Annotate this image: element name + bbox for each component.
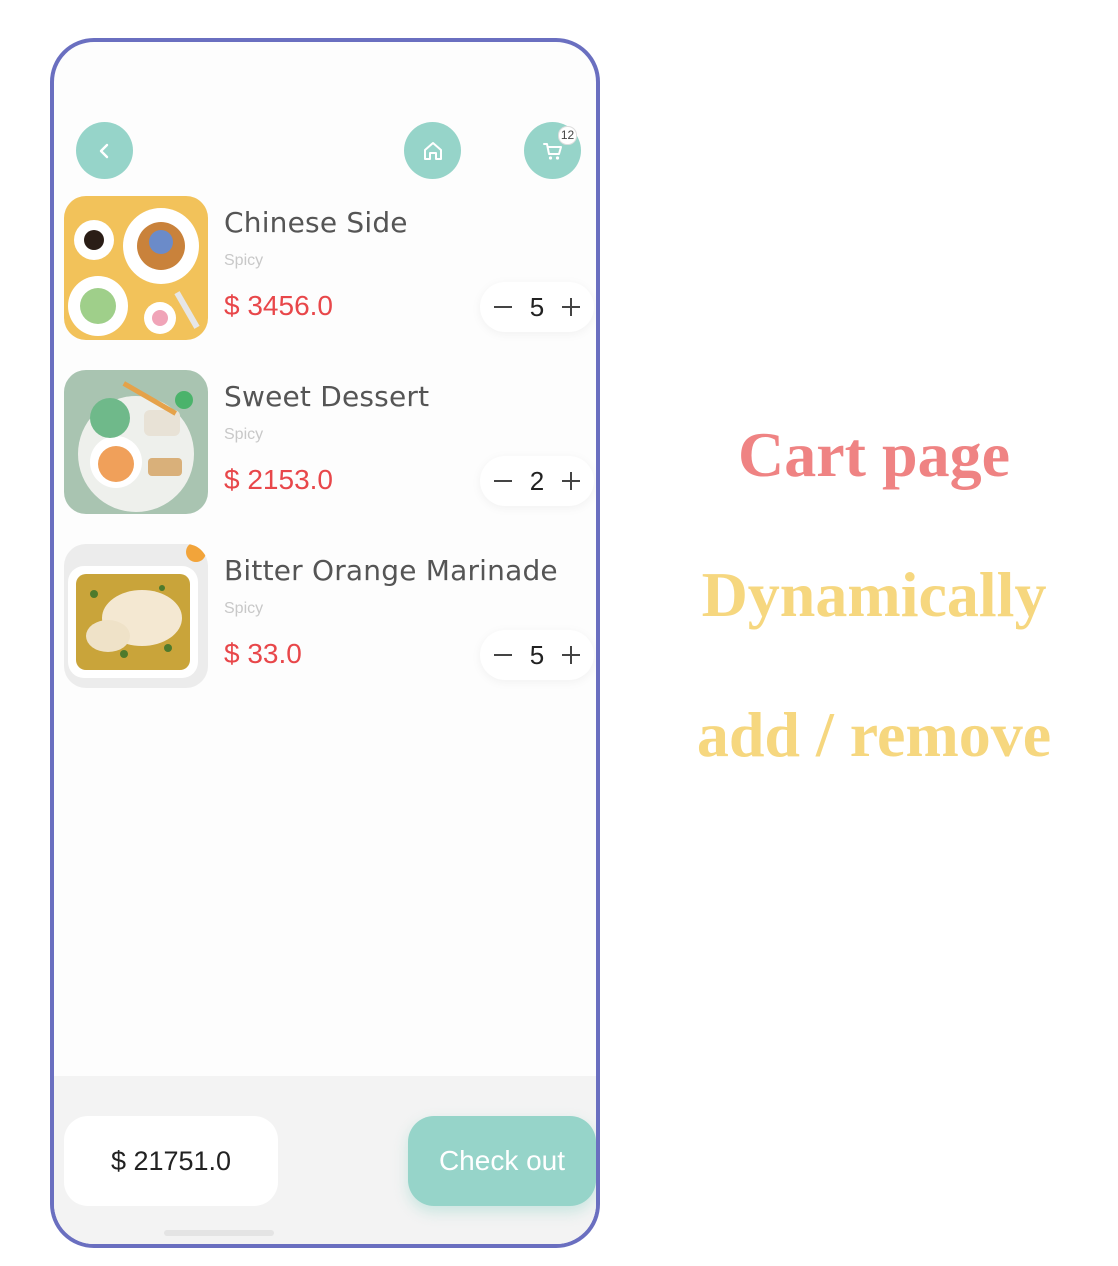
plus-icon bbox=[562, 646, 580, 664]
plus-icon bbox=[562, 298, 580, 316]
item-name: Bitter Orange Marinade bbox=[224, 554, 558, 587]
item-price: $ 33.0 bbox=[224, 638, 302, 669]
food-thumbnail bbox=[64, 196, 208, 340]
quantity-value: 5 bbox=[529, 639, 545, 670]
decrease-button[interactable] bbox=[488, 640, 518, 670]
decrease-button[interactable] bbox=[488, 292, 518, 322]
quantity-stepper: 2 bbox=[480, 456, 594, 506]
item-price: $ 3456.0 bbox=[224, 290, 333, 321]
increase-button[interactable] bbox=[556, 640, 586, 670]
home-icon bbox=[423, 141, 442, 160]
promo-line-3: add / remove bbox=[696, 699, 1052, 770]
cart-button[interactable]: 12 bbox=[524, 122, 581, 179]
checkout-button[interactable]: Check out bbox=[408, 1116, 596, 1206]
back-button[interactable] bbox=[76, 122, 133, 179]
home-button[interactable] bbox=[404, 122, 461, 179]
cart-count-badge: 12 bbox=[558, 126, 577, 145]
item-tag: Spicy bbox=[224, 426, 264, 443]
increase-button[interactable] bbox=[556, 292, 586, 322]
item-tag: Spicy bbox=[224, 600, 264, 617]
item-price: $ 2153.0 bbox=[224, 464, 333, 495]
increase-button[interactable] bbox=[556, 466, 586, 496]
item-name: Sweet Dessert bbox=[224, 380, 430, 413]
minus-icon bbox=[494, 654, 512, 656]
cart-total: $ 21751.0 bbox=[64, 1116, 278, 1206]
cart-item[interactable]: Sweet Dessert Spicy $ 2153.0 2 bbox=[60, 370, 594, 516]
home-indicator bbox=[164, 1230, 274, 1236]
cart-item[interactable]: Bitter Orange Marinade Spicy $ 33.0 5 bbox=[60, 544, 594, 690]
item-tag: Spicy bbox=[224, 252, 264, 269]
plus-icon bbox=[562, 472, 580, 490]
promo-line-2: Dynamically bbox=[701, 559, 1047, 630]
food-thumbnail bbox=[64, 370, 208, 514]
quantity-stepper: 5 bbox=[480, 282, 594, 332]
quantity-value: 2 bbox=[529, 465, 545, 496]
minus-icon bbox=[494, 306, 512, 308]
phone-frame: 12 Chinese Side Spicy $ 3456.0 5 Sweet D… bbox=[50, 38, 600, 1248]
quantity-stepper: 5 bbox=[480, 630, 594, 680]
promo-title: Cart page bbox=[738, 419, 1010, 490]
quantity-value: 5 bbox=[529, 291, 545, 322]
item-name: Chinese Side bbox=[224, 206, 408, 239]
cart-item[interactable]: Chinese Side Spicy $ 3456.0 5 bbox=[60, 196, 594, 342]
checkout-bar: $ 21751.0 Check out bbox=[54, 1076, 596, 1244]
chevron-left-icon bbox=[99, 143, 108, 158]
minus-icon bbox=[494, 480, 512, 482]
food-thumbnail bbox=[64, 544, 208, 688]
decrease-button[interactable] bbox=[488, 466, 518, 496]
